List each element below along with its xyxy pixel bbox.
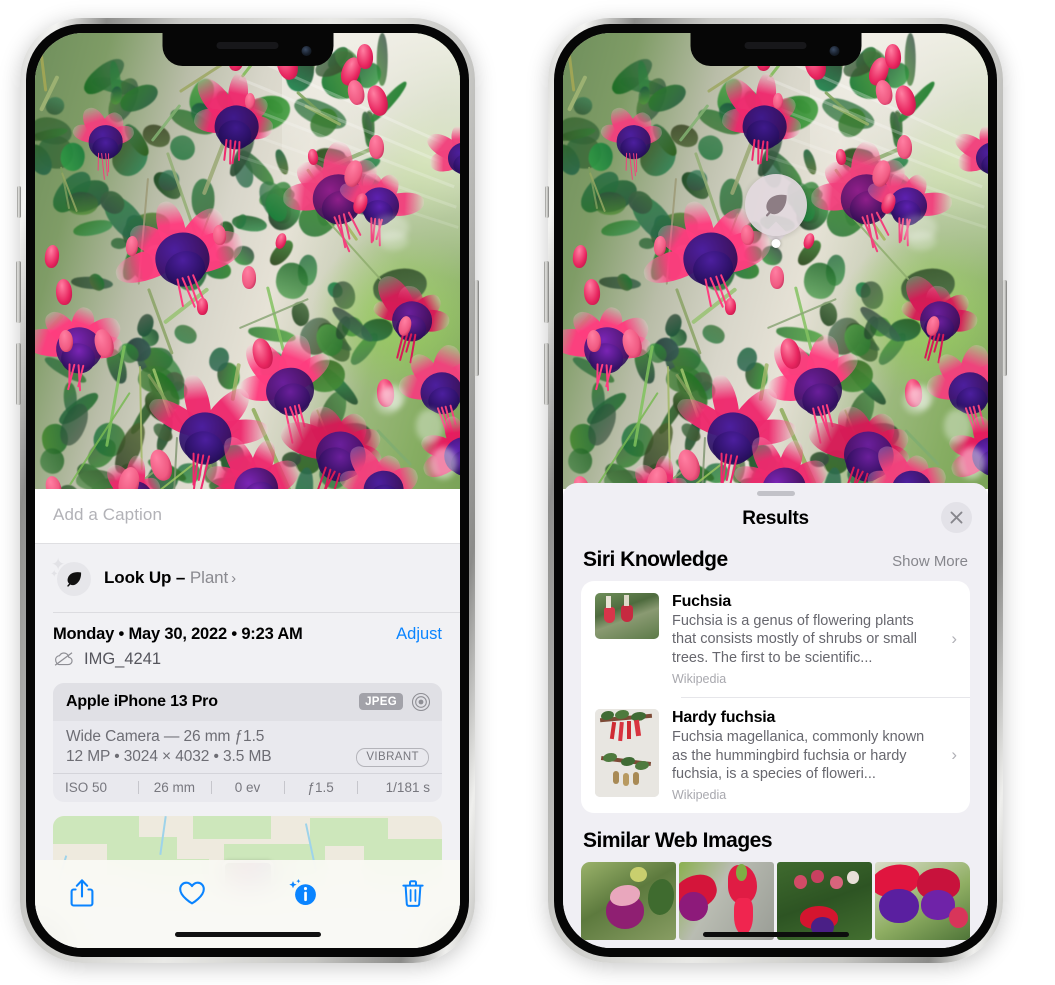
exif-iso: ISO 50: [65, 779, 108, 795]
adjust-button[interactable]: Adjust: [396, 625, 442, 644]
volume-down-button[interactable]: [16, 343, 21, 405]
earpiece-speaker: [216, 42, 279, 49]
look-up-label: Look Up – Plant ›: [104, 568, 236, 588]
notch: [690, 33, 861, 66]
info-sparkle-icon: [289, 879, 316, 905]
device-bezel: Add a Caption ✦ ✦ Look Up – Plant › Mond…: [26, 24, 469, 957]
photo-fuchsia-plant[interactable]: [563, 33, 988, 489]
list-item[interactable]: Fuchsia Fuchsia is a genus of flowering …: [581, 581, 970, 697]
notch: [162, 33, 333, 66]
iphone-left-device: Add a Caption ✦ ✦ Look Up – Plant › Mond…: [16, 18, 479, 963]
web-image-thumbnail[interactable]: [777, 862, 872, 941]
resolution-info: 12 MP • 3024 × 4032 • 3.5 MB: [66, 748, 272, 765]
visual-look-up-badge[interactable]: [745, 174, 807, 248]
list-item-description: Fuchsia is a genus of flowering plants t…: [672, 613, 917, 666]
volume-down-button[interactable]: [544, 343, 549, 405]
iphone-right-device: Results Siri Knowledge Show More Fuchsia…: [544, 18, 1007, 963]
web-image-thumbnail[interactable]: [679, 862, 774, 941]
power-button[interactable]: [1002, 280, 1007, 376]
favorite-button[interactable]: [171, 872, 213, 914]
home-indicator[interactable]: [174, 932, 321, 937]
list-item-text: Fuchsia Fuchsia is a genus of flowering …: [672, 593, 958, 686]
similar-web-images-row: [563, 862, 988, 941]
capture-date: Monday • May 30, 2022 • 9:23 AM: [53, 624, 303, 643]
exif-row: ISO 50 26 mm 0 ev ƒ1.5 1/181 s: [53, 772, 442, 802]
device-screen-right: Results Siri Knowledge Show More Fuchsia…: [563, 33, 988, 948]
look-up-subject: Plant: [189, 568, 229, 587]
info-button[interactable]: [282, 872, 324, 914]
section-title-similar-web-images: Similar Web Images: [583, 829, 773, 853]
format-badge: JPEG: [359, 693, 403, 710]
look-up-row[interactable]: ✦ ✦ Look Up – Plant ›: [35, 544, 460, 612]
device-bezel: Results Siri Knowledge Show More Fuchsia…: [554, 24, 997, 957]
close-icon: [950, 511, 963, 524]
list-item[interactable]: Hardy fuchsia Fuchsia magellanica, commo…: [581, 697, 970, 813]
exif-aperture: ƒ1.5: [307, 779, 334, 795]
siri-knowledge-card: Fuchsia Fuchsia is a genus of flowering …: [581, 581, 970, 814]
date-row: Monday • May 30, 2022 • 9:23 AM Adjust: [35, 613, 460, 646]
web-image-thumbnail[interactable]: [875, 862, 970, 941]
lens-info: Wide Camera — 26 mm ƒ1.5: [66, 727, 265, 745]
siri-knowledge-header: Siri Knowledge Show More: [563, 542, 988, 581]
volume-up-button[interactable]: [16, 261, 21, 323]
share-button[interactable]: [61, 872, 103, 914]
list-item-title: Fuchsia: [672, 593, 732, 610]
exif-ev: 0 ev: [234, 779, 261, 795]
section-title-siri-knowledge: Siri Knowledge: [583, 548, 728, 571]
volume-up-button[interactable]: [544, 261, 549, 323]
results-sheet: Results Siri Knowledge Show More Fuchsia…: [563, 483, 988, 948]
leaf-icon: [745, 174, 807, 236]
chevron-right-icon[interactable]: ›: [231, 570, 236, 587]
close-button[interactable]: [941, 502, 972, 533]
list-item-title: Hardy fuchsia: [672, 709, 776, 727]
earpiece-speaker: [744, 42, 807, 49]
caption-placeholder[interactable]: Add a Caption: [53, 505, 442, 525]
page-title: Results: [742, 508, 809, 529]
leaf-icon: [57, 562, 91, 596]
hardy-fuchsia-thumbnail: [595, 709, 659, 798]
camera-header-badges: JPEG: [359, 692, 431, 712]
icloud-slash-icon: [54, 652, 73, 666]
camera-card-body: Wide Camera — 26 mm ƒ1.5 12 MP • 3024 × …: [53, 721, 442, 773]
photographic-style-badge: VIBRANT: [356, 747, 429, 767]
size-info-row: 12 MP • 3024 × 4032 • 3.5 MB VIBRANT: [66, 747, 429, 767]
front-camera-icon: [301, 46, 311, 56]
camera-info-card: Apple iPhone 13 Pro JPEG Wide Camera — 2…: [53, 682, 442, 802]
photo-fuchsia-plant[interactable]: [35, 33, 460, 489]
look-up-icon-group: ✦ ✦: [50, 556, 91, 598]
show-more-button[interactable]: Show More: [892, 553, 968, 570]
camera-card-header: Apple iPhone 13 Pro JPEG: [53, 682, 442, 721]
caption-field-row[interactable]: Add a Caption: [35, 489, 460, 544]
list-item-text: Hardy fuchsia Fuchsia magellanica, commo…: [672, 709, 958, 802]
results-header: Results: [563, 496, 988, 542]
exif-shutter: 1/181 s: [385, 779, 430, 795]
delete-button[interactable]: [392, 872, 434, 914]
file-name: IMG_4241: [84, 649, 162, 668]
file-row: IMG_4241: [35, 646, 460, 681]
heart-icon: [179, 881, 206, 905]
fuchsia-thumbnail: [595, 593, 659, 639]
look-up-primary: Look Up –: [104, 568, 186, 587]
device-screen-left: Add a Caption ✦ ✦ Look Up – Plant › Mond…: [35, 33, 460, 948]
share-icon: [70, 879, 94, 907]
similar-web-images-header: Similar Web Images: [563, 813, 988, 859]
look-up-anchor-dot: [771, 239, 781, 248]
camera-model: Apple iPhone 13 Pro: [66, 692, 218, 710]
silent-switch[interactable]: [17, 186, 21, 218]
web-image-thumbnail[interactable]: [581, 862, 676, 941]
power-button[interactable]: [474, 280, 479, 376]
aperture-circles-icon[interactable]: [411, 692, 431, 712]
silent-switch[interactable]: [545, 186, 549, 218]
home-indicator[interactable]: [702, 932, 849, 937]
trash-icon: [402, 879, 424, 907]
exif-focal: 26 mm: [153, 779, 196, 795]
list-item-source: Wikipedia: [672, 671, 727, 686]
front-camera-icon: [829, 46, 839, 56]
chevron-right-icon[interactable]: ›: [951, 745, 957, 765]
chevron-right-icon[interactable]: ›: [951, 629, 957, 649]
list-item-description: Fuchsia magellanica, commonly known as t…: [672, 729, 925, 782]
screenshot-stage: Add a Caption ✦ ✦ Look Up – Plant › Mond…: [0, 0, 1055, 985]
list-item-source: Wikipedia: [672, 788, 727, 803]
